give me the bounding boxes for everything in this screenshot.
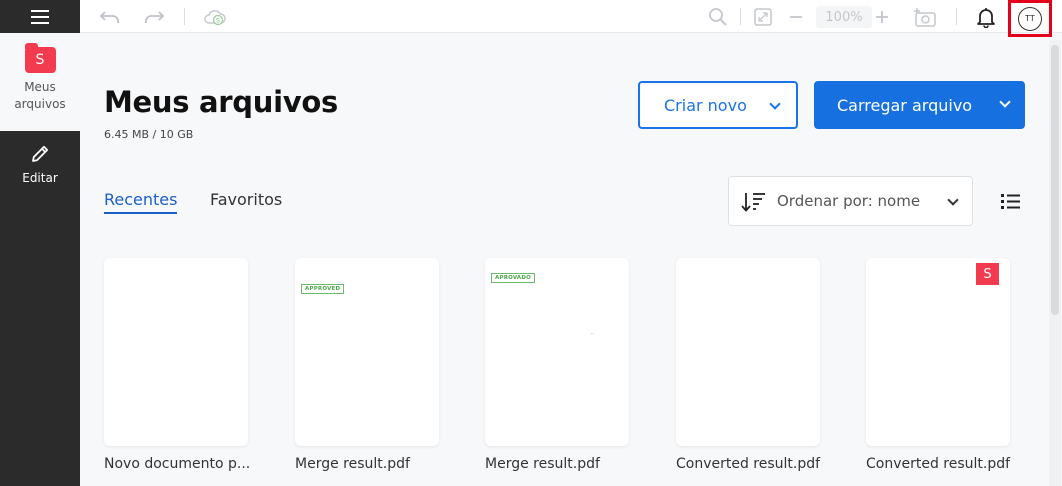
upload-file-button[interactable]: Carregar arquivo: [814, 81, 1025, 129]
sort-dropdown[interactable]: Ordenar por: nome: [728, 176, 973, 226]
scrollbar-thumb[interactable]: [1051, 45, 1059, 315]
zoom-level[interactable]: 100%: [816, 6, 872, 28]
toolbar-divider: [184, 8, 185, 25]
chevron-down-icon: [999, 96, 1011, 108]
file-name[interactable]: Merge result.pdf: [295, 456, 445, 472]
tab-favorites[interactable]: Favoritos: [210, 190, 282, 209]
file-card[interactable]: [104, 258, 248, 446]
create-new-label: Criar novo: [664, 95, 747, 115]
cloud-sync-icon[interactable]: S: [202, 5, 228, 29]
sort-label: Ordenar por: nome: [777, 192, 921, 210]
sidebar-item-my-files[interactable]: S Meus arquivos: [0, 33, 80, 131]
chevron-down-icon: [769, 98, 781, 110]
user-avatar-button[interactable]: TT: [1008, 0, 1052, 37]
upload-file-label: Carregar arquivo: [837, 95, 973, 115]
toolbar-divider: [956, 8, 957, 25]
sidebar-item-label: Meus arquivos: [14, 80, 66, 111]
file-name[interactable]: Merge result.pdf: [485, 456, 635, 472]
sidebar-item-edit[interactable]: Editar: [0, 143, 80, 203]
chevron-down-icon: [947, 194, 959, 206]
file-name[interactable]: Novo documento p...: [104, 456, 254, 472]
file-card[interactable]: [676, 258, 820, 446]
zoom-in-icon[interactable]: [872, 5, 892, 29]
zoom-out-icon[interactable]: [786, 5, 806, 29]
search-icon[interactable]: [706, 5, 730, 29]
page-title: Meus arquivos: [104, 85, 338, 119]
file-card[interactable]: APROVADO ··: [485, 258, 629, 446]
screenshot-icon[interactable]: [912, 5, 938, 29]
approved-stamp: APROVADO: [491, 273, 536, 283]
storage-usage: 6.45 MB / 10 GB: [104, 128, 194, 141]
fit-screen-icon[interactable]: [752, 5, 774, 29]
svg-text:S: S: [216, 18, 220, 25]
top-toolbar: S 100% TT: [80, 0, 1062, 37]
pencil-icon: [32, 145, 49, 162]
bell-icon[interactable]: [974, 5, 998, 29]
create-new-button[interactable]: Criar novo: [638, 81, 798, 129]
sidebar-item-label: Editar: [22, 171, 58, 185]
list-view-icon[interactable]: [1000, 192, 1022, 210]
avatar: TT: [1018, 6, 1042, 31]
brand-logo-icon: S: [976, 263, 999, 285]
toolbar-divider: [740, 8, 741, 25]
tab-recent[interactable]: Recentes: [104, 190, 178, 214]
page-mark: ··: [591, 331, 594, 336]
folder-s-icon: S: [24, 43, 56, 73]
sort-icon: [741, 193, 765, 212]
file-card[interactable]: APPROVED: [295, 258, 439, 446]
approved-stamp: APPROVED: [301, 284, 345, 294]
file-name[interactable]: Converted result.pdf: [676, 456, 826, 472]
sidebar: S Meus arquivos Editar: [0, 0, 80, 486]
hamburger-icon[interactable]: [0, 0, 80, 33]
folder-icon-letter: S: [35, 52, 45, 68]
file-card[interactable]: S: [866, 258, 1010, 446]
file-name[interactable]: Converted result.pdf: [866, 456, 1016, 472]
redo-icon[interactable]: [142, 5, 166, 29]
undo-icon[interactable]: [98, 5, 122, 29]
